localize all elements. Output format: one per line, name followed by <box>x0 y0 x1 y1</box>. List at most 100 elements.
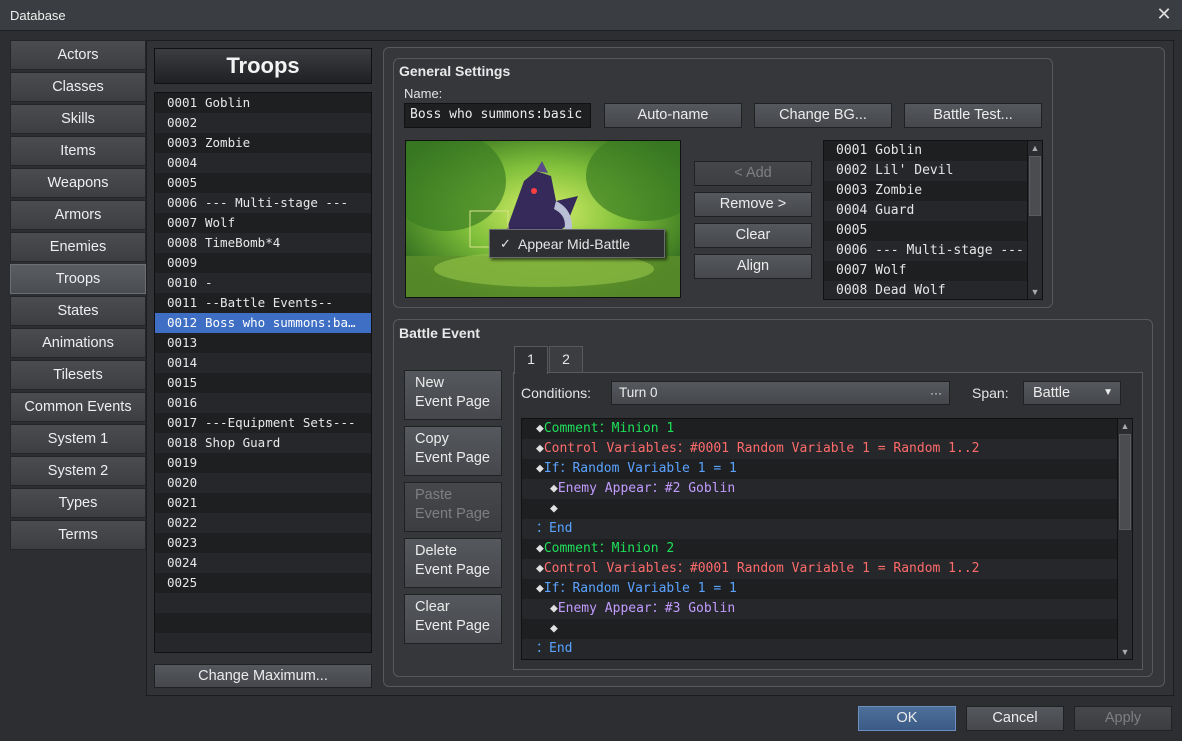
span-select[interactable]: Battle ▼ <box>1023 381 1121 405</box>
align-members-button[interactable]: Align <box>694 254 812 279</box>
member-row[interactable]: 0003 Zombie <box>824 181 1042 201</box>
troop-row[interactable]: 0024 <box>155 553 371 573</box>
troop-row[interactable]: 0008 TimeBomb*4 <box>155 233 371 253</box>
troop-row[interactable]: 0006 --- Multi-stage --- <box>155 193 371 213</box>
troop-row[interactable]: 0005 <box>155 173 371 193</box>
category-items[interactable]: Items <box>10 136 146 166</box>
ok-button[interactable]: OK <box>858 706 956 731</box>
command-row[interactable]: ：End <box>522 519 1132 539</box>
category-classes[interactable]: Classes <box>10 72 146 102</box>
troop-row[interactable]: 0019 <box>155 453 371 473</box>
clear-event-page-button[interactable]: Clear Event Page <box>404 594 502 644</box>
troop-row[interactable]: 0014 <box>155 353 371 373</box>
category-animations[interactable]: Animations <box>10 328 146 358</box>
category-system-1[interactable]: System 1 <box>10 424 146 454</box>
troop-row[interactable]: 0012 Boss who summons:ba… <box>155 313 371 333</box>
command-row[interactable]: ◆If：Random Variable 1 = 1 <box>522 459 1132 479</box>
troop-id: 0013 <box>167 335 198 350</box>
troop-row[interactable]: 0022 <box>155 513 371 533</box>
appear-mid-battle-item[interactable]: Appear Mid-Battle <box>518 236 630 252</box>
command-row[interactable]: ：End <box>522 639 1132 659</box>
event-page-tab-2[interactable]: 2 <box>549 346 583 372</box>
category-armors[interactable]: Armors <box>10 200 146 230</box>
auto-name-button[interactable]: Auto-name <box>604 103 742 128</box>
troop-row[interactable]: 0025 <box>155 573 371 593</box>
scroll-up-icon[interactable]: ▲ <box>1028 141 1042 155</box>
category-enemies[interactable]: Enemies <box>10 232 146 262</box>
troop-row[interactable]: 0020 <box>155 473 371 493</box>
command-row[interactable]: ◆Enemy Appear：#2 Goblin <box>522 479 1132 499</box>
diamond-icon: ◆ <box>536 461 544 476</box>
member-list-scrollbar[interactable]: ▲ ▼ <box>1027 141 1042 299</box>
member-row[interactable]: 0005 <box>824 221 1042 241</box>
troop-row[interactable]: 0023 <box>155 533 371 553</box>
troop-row[interactable]: 0010- <box>155 273 371 293</box>
conditions-field[interactable]: Turn 0 ··· <box>611 381 950 405</box>
command-row[interactable]: ◆Enemy Appear：#3 Goblin <box>522 599 1132 619</box>
apply-button[interactable]: Apply <box>1074 706 1172 731</box>
troop-row[interactable]: 0001 Goblin <box>155 93 371 113</box>
troop-row[interactable]: 0013 <box>155 333 371 353</box>
category-troops[interactable]: Troops <box>10 264 146 294</box>
command-row[interactable]: ◆If：Random Variable 1 = 1 <box>522 579 1132 599</box>
remove-member-button[interactable]: Remove > <box>694 192 812 217</box>
battle-scene-preview[interactable] <box>405 140 681 298</box>
command-list-scrollbar[interactable]: ▲ ▼ <box>1117 419 1132 659</box>
scroll-up-icon[interactable]: ▲ <box>1118 419 1132 433</box>
category-types[interactable]: Types <box>10 488 146 518</box>
command-row[interactable]: ◆Control Variables：#0001 Random Variable… <box>522 439 1132 459</box>
troop-name: - <box>205 275 213 290</box>
command-row[interactable]: ◆ <box>522 619 1132 639</box>
new-event-page-button[interactable]: New Event Page <box>404 370 502 420</box>
troop-row[interactable]: 0021 <box>155 493 371 513</box>
troop-row[interactable]: 0004 <box>155 153 371 173</box>
troop-row[interactable]: 0002 <box>155 113 371 133</box>
battle-test-button[interactable]: Battle Test... <box>904 103 1042 128</box>
scroll-down-icon[interactable]: ▼ <box>1118 645 1132 659</box>
member-row[interactable]: 0002 Lil' Devil <box>824 161 1042 181</box>
clear-members-button[interactable]: Clear <box>694 223 812 248</box>
member-row[interactable]: 0006 --- Multi-stage --- <box>824 241 1042 261</box>
event-command-list[interactable]: ◆Comment：Minion 1 ◆Control Variables：#000… <box>521 418 1133 660</box>
change-maximum-button[interactable]: Change Maximum... <box>154 664 372 688</box>
command-row[interactable]: ◆Comment：Minion 1 <box>522 419 1132 439</box>
delete-event-page-button[interactable]: Delete Event Page <box>404 538 502 588</box>
category-system-2[interactable]: System 2 <box>10 456 146 486</box>
troop-row[interactable]: 0017 ---Equipment Sets--- <box>155 413 371 433</box>
troop-row[interactable]: 0018 Shop Guard <box>155 433 371 453</box>
category-states[interactable]: States <box>10 296 146 326</box>
scroll-thumb[interactable] <box>1029 156 1041 216</box>
troop-row[interactable]: 0016 <box>155 393 371 413</box>
add-member-button[interactable]: < Add <box>694 161 812 186</box>
change-bg-button[interactable]: Change BG... <box>754 103 892 128</box>
category-actors[interactable]: Actors <box>10 40 146 70</box>
name-input[interactable]: Boss who summons:basic <box>404 103 591 128</box>
member-row[interactable]: 0007 Wolf <box>824 261 1042 281</box>
command-row[interactable]: ◆Comment：Minion 2 <box>522 539 1132 559</box>
troop-row[interactable]: 0015 <box>155 373 371 393</box>
scroll-thumb[interactable] <box>1119 434 1131 530</box>
scroll-down-icon[interactable]: ▼ <box>1028 285 1042 299</box>
troop-id: 0025 <box>167 575 198 590</box>
event-page-tab-1[interactable]: 1 <box>514 346 548 374</box>
member-row[interactable]: 0001 Goblin <box>824 141 1042 161</box>
category-tilesets[interactable]: Tilesets <box>10 360 146 390</box>
enemy-member-list[interactable]: 0001 Goblin 0002 Lil' Devil 0003 Zombie 000… <box>823 140 1043 300</box>
close-icon[interactable]: ✕ <box>1154 4 1174 24</box>
member-row[interactable]: 0008 Dead Wolf <box>824 281 1042 299</box>
troop-row[interactable]: 0007 Wolf <box>155 213 371 233</box>
troop-row[interactable]: 0009 <box>155 253 371 273</box>
cancel-button[interactable]: Cancel <box>966 706 1064 731</box>
command-row[interactable]: ◆ <box>522 499 1132 519</box>
member-row[interactable]: 0004 Guard <box>824 201 1042 221</box>
troop-list[interactable]: 0001 Goblin 0002 0003 Zombie 0004 0005 0006 --- … <box>154 92 372 653</box>
command-row[interactable]: ◆Control Variables：#0001 Random Variable… <box>522 559 1132 579</box>
category-terms[interactable]: Terms <box>10 520 146 550</box>
troop-row[interactable]: 0003 Zombie <box>155 133 371 153</box>
category-common-events[interactable]: Common Events <box>10 392 146 422</box>
category-skills[interactable]: Skills <box>10 104 146 134</box>
troop-row[interactable]: 0011 --Battle Events-- <box>155 293 371 313</box>
paste-event-page-button[interactable]: Paste Event Page <box>404 482 502 532</box>
copy-event-page-button[interactable]: Copy Event Page <box>404 426 502 476</box>
category-weapons[interactable]: Weapons <box>10 168 146 198</box>
